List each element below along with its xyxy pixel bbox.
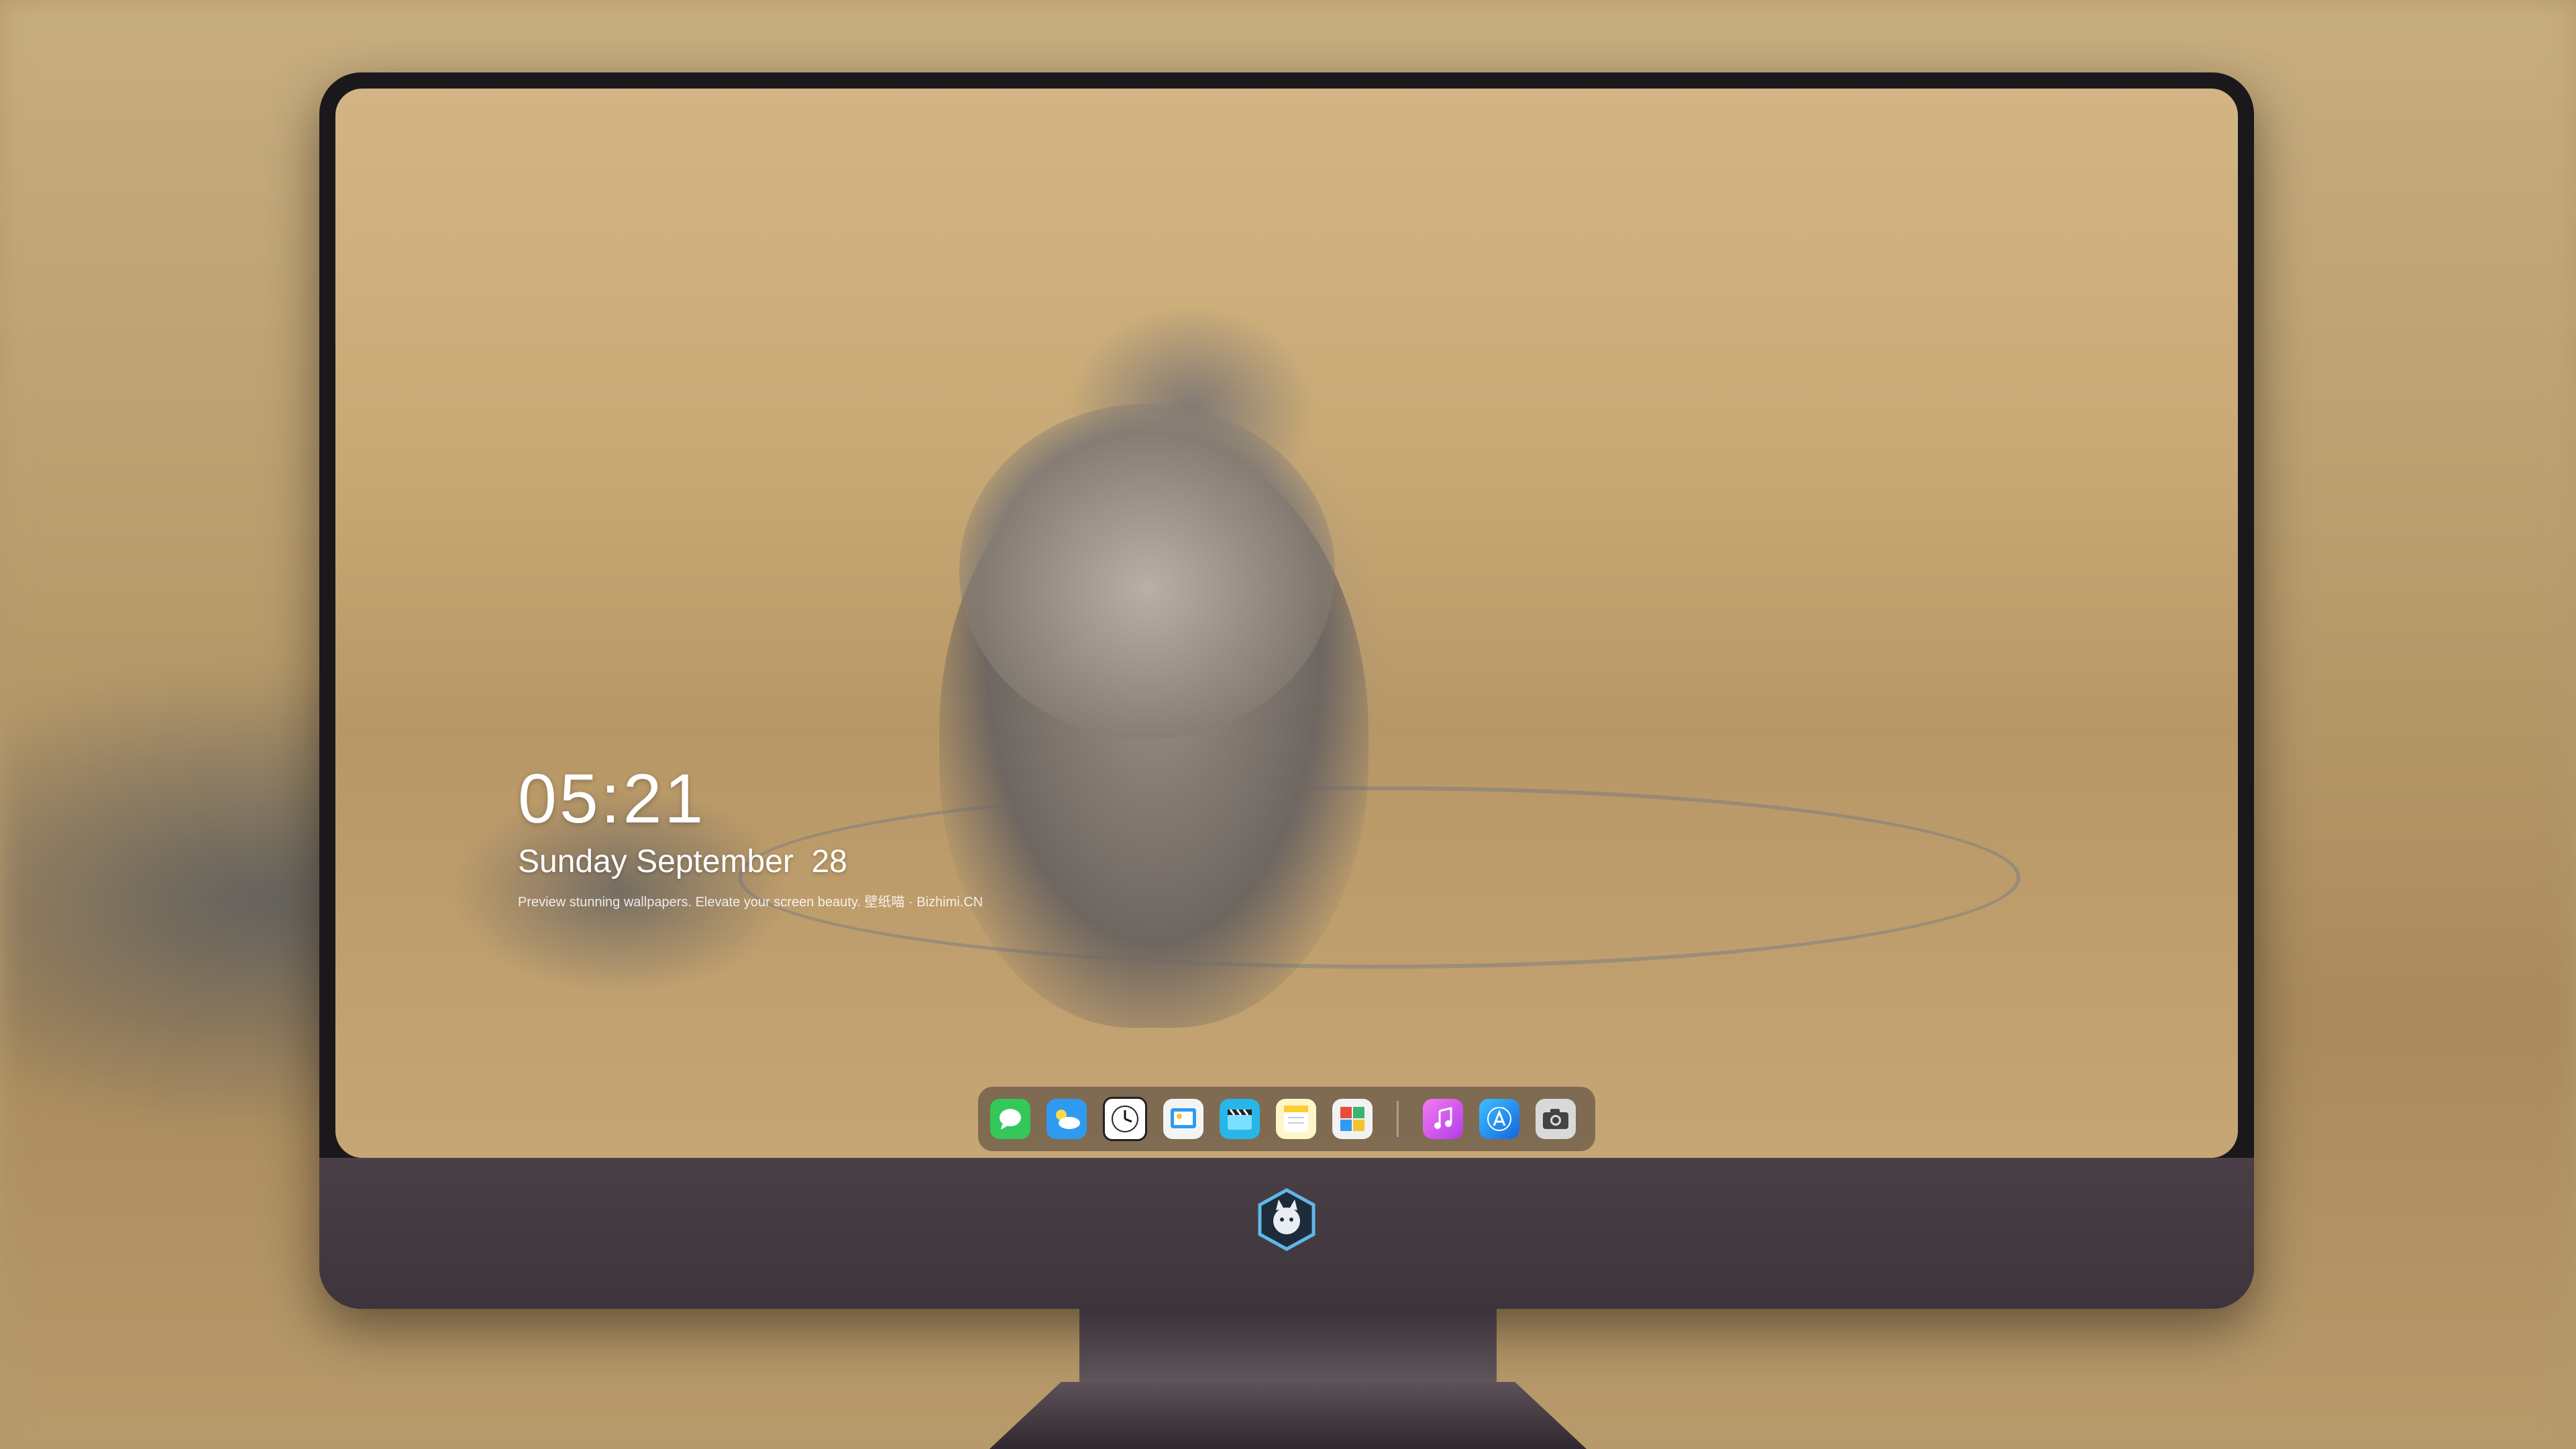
brand-logo-icon — [1258, 1188, 1316, 1251]
camera-icon[interactable] — [1536, 1099, 1576, 1139]
photos-icon[interactable] — [1332, 1099, 1373, 1139]
wallpaper-caption: Preview stunning wallpapers. Elevate you… — [518, 895, 983, 910]
monitor-chin — [319, 1158, 2254, 1309]
notes-icon[interactable] — [1276, 1099, 1316, 1139]
music-icon[interactable] — [1423, 1099, 1463, 1139]
screen: 05:21 Sunday September 28 Preview stunni… — [335, 89, 2238, 1158]
lock-screen-time: 05:21 — [518, 760, 706, 838]
monitor-stand-base — [989, 1382, 1587, 1449]
monitor-frame: 05:21 Sunday September 28 Preview stunni… — [319, 72, 2254, 1309]
weather-icon[interactable] — [1046, 1099, 1087, 1139]
otter-wallpaper-head — [959, 404, 1335, 739]
clapper-icon[interactable] — [1220, 1099, 1260, 1139]
message-icon[interactable] — [990, 1099, 1030, 1139]
clock-icon[interactable] — [1103, 1097, 1147, 1141]
water-ripple — [738, 786, 2021, 969]
dock — [978, 1087, 1595, 1151]
preview-icon[interactable] — [1163, 1099, 1203, 1139]
lock-screen-date: Sunday September 28 — [518, 844, 847, 879]
app-store-icon[interactable] — [1479, 1099, 1519, 1139]
dock-separator — [1397, 1101, 1399, 1137]
